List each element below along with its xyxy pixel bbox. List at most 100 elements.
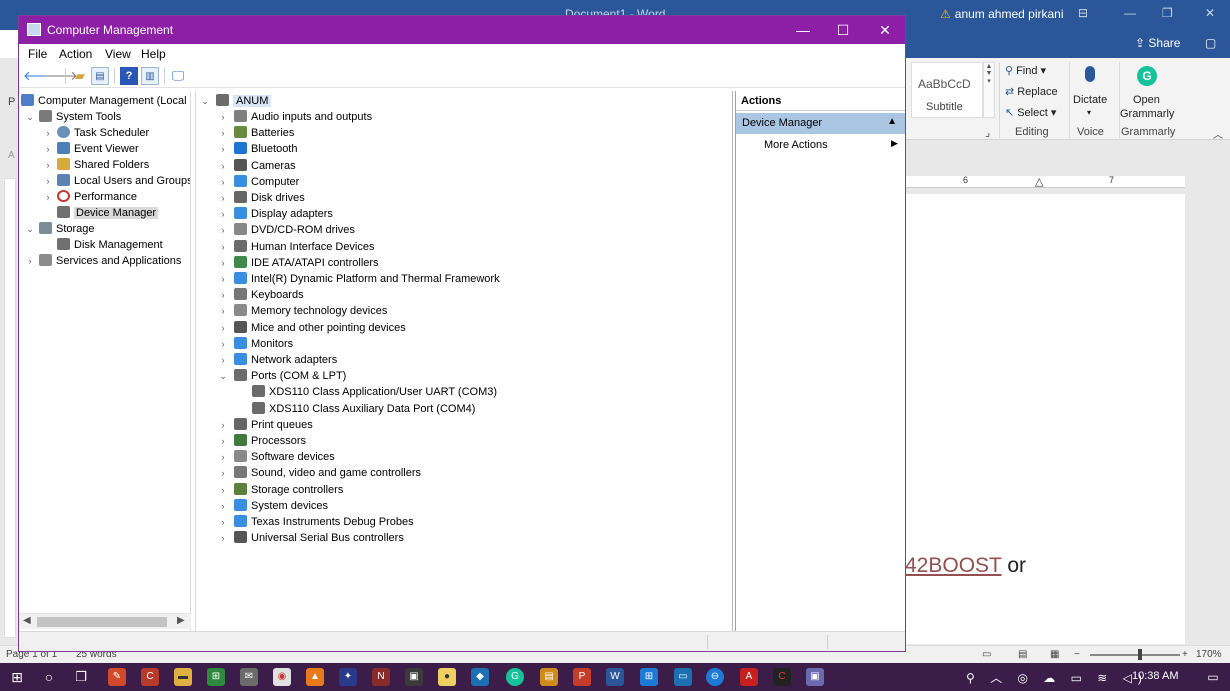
zoom-slider[interactable] bbox=[1090, 654, 1180, 656]
styles-dialog-launcher[interactable]: ⌟ bbox=[985, 126, 990, 139]
grammarly-taskbar-icon[interactable]: G bbox=[506, 668, 524, 686]
device-category[interactable]: › Audio inputs and outputs bbox=[218, 109, 372, 125]
up-folder-icon[interactable]: ▰ bbox=[71, 67, 89, 85]
system-tray[interactable]: ⚲ ︿ ◎ ☁ ▭ ≋ ◁) bbox=[966, 669, 1148, 686]
device-category[interactable]: › DVD/CD-ROM drives bbox=[218, 222, 355, 238]
expand-chevron-icon[interactable]: › bbox=[218, 239, 228, 255]
app-icon[interactable]: C bbox=[141, 668, 159, 686]
expand-chevron-icon[interactable]: › bbox=[218, 303, 228, 319]
word-restore-icon[interactable]: ❐ bbox=[1162, 6, 1173, 20]
expand-chevron-icon[interactable]: ⌄ bbox=[25, 221, 35, 237]
expand-chevron-icon[interactable]: › bbox=[218, 206, 228, 222]
expand-chevron-icon[interactable]: › bbox=[218, 482, 228, 498]
zoom-out-icon[interactable]: − bbox=[1074, 649, 1080, 660]
mail-icon[interactable]: ✉ bbox=[240, 668, 258, 686]
show-hide-action-pane-icon[interactable]: ▥ bbox=[141, 67, 159, 85]
device-category[interactable]: › Intel(R) Dynamic Platform and Thermal F… bbox=[218, 271, 500, 287]
menu-help[interactable]: Help bbox=[141, 47, 166, 61]
cortana-icon[interactable]: ○ bbox=[40, 668, 58, 686]
ribbon-display-icon[interactable]: ⊟ bbox=[1078, 6, 1088, 20]
word-icon[interactable]: W bbox=[606, 668, 624, 686]
tree-node-performance[interactable]: › Performance bbox=[43, 189, 137, 205]
expand-chevron-icon[interactable]: › bbox=[218, 433, 228, 449]
device-category[interactable]: › Computer bbox=[218, 174, 299, 190]
expand-chevron-icon[interactable]: › bbox=[43, 125, 53, 141]
app-icon[interactable]: C bbox=[773, 668, 791, 686]
close-icon[interactable]: ✕ bbox=[865, 20, 905, 40]
device-category[interactable]: › Texas Instruments Debug Probes bbox=[218, 514, 414, 530]
device-item[interactable]: XDS110 Class Application/User UART (COM3… bbox=[236, 384, 497, 400]
app-icon[interactable]: ▣ bbox=[405, 668, 423, 686]
device-category[interactable]: › Cameras bbox=[218, 158, 296, 174]
powerpoint-icon[interactable]: P bbox=[573, 668, 591, 686]
app-icon[interactable]: ✎ bbox=[108, 668, 126, 686]
menu-view[interactable]: View bbox=[105, 47, 131, 61]
expand-chevron-icon[interactable]: › bbox=[218, 320, 228, 336]
expand-chevron-icon[interactable]: › bbox=[218, 417, 228, 433]
collapse-triangle-icon[interactable]: ▲ bbox=[887, 116, 897, 127]
device-item[interactable]: XDS110 Class Auxiliary Data Port (COM4) bbox=[236, 401, 475, 417]
tree-node-services-applications[interactable]: › Services and Applications bbox=[25, 253, 181, 269]
tree-node-local-users-groups[interactable]: › Local Users and Groups bbox=[43, 173, 190, 189]
scan-hardware-icon[interactable]: 🖵 bbox=[169, 67, 187, 85]
find-button[interactable]: ⚲ Find ▾ bbox=[1005, 64, 1046, 77]
print-layout-icon[interactable]: ▤ bbox=[1018, 649, 1027, 660]
app-icon[interactable]: ✦ bbox=[339, 668, 357, 686]
open-grammarly-line2[interactable]: Grammarly bbox=[1120, 108, 1174, 120]
scrollbar-thumb[interactable] bbox=[37, 617, 167, 627]
device-category[interactable]: › Bluetooth bbox=[218, 141, 297, 157]
dictate-button[interactable]: Dictate bbox=[1073, 94, 1107, 106]
expand-chevron-icon[interactable]: › bbox=[218, 498, 228, 514]
app-icon[interactable]: N bbox=[372, 668, 390, 686]
device-category[interactable]: › Memory technology devices bbox=[218, 303, 387, 319]
word-user[interactable]: ⚠ anum ahmed pirkani bbox=[940, 7, 1064, 21]
device-category[interactable]: › Software devices bbox=[218, 449, 335, 465]
expand-chevron-icon[interactable]: › bbox=[43, 141, 53, 157]
minimize-icon[interactable]: — bbox=[783, 20, 823, 40]
expand-chevron-icon[interactable]: › bbox=[43, 173, 53, 189]
console-tree-hscrollbar[interactable]: ◀ ▶ bbox=[19, 613, 191, 629]
ribbon-options-icon[interactable]: ▢ bbox=[1205, 36, 1216, 50]
menu-file[interactable]: File bbox=[28, 47, 47, 61]
expand-chevron-icon[interactable]: › bbox=[218, 141, 228, 157]
expand-chevron-icon[interactable]: ⌄ bbox=[218, 368, 228, 384]
device-category[interactable]: ⌄ Ports (COM & LPT) bbox=[218, 368, 346, 384]
device-category[interactable]: › Sound, video and game controllers bbox=[218, 465, 421, 481]
read-mode-icon[interactable]: ▭ bbox=[982, 649, 991, 660]
expand-chevron-icon[interactable]: › bbox=[218, 271, 228, 287]
tree-node-device-manager[interactable]: Device Manager bbox=[43, 205, 159, 221]
app-icon[interactable]: ⊞ bbox=[640, 668, 658, 686]
tree-node-shared-folders[interactable]: › Shared Folders bbox=[43, 157, 149, 173]
expand-chevron-icon[interactable]: › bbox=[218, 352, 228, 368]
zoom-slider-thumb[interactable] bbox=[1138, 649, 1142, 660]
vlc-icon[interactable]: ▲ bbox=[306, 668, 324, 686]
tree-node-disk-management[interactable]: Disk Management bbox=[43, 237, 163, 253]
device-category[interactable]: › Print queues bbox=[218, 417, 313, 433]
replace-button[interactable]: ⇄ Replace bbox=[1005, 85, 1058, 98]
tree-node-computer-management[interactable]: Computer Management (Local bbox=[21, 93, 187, 109]
cm-title-bar[interactable]: Computer Management — ☐ ✕ bbox=[19, 16, 905, 44]
expand-chevron-icon[interactable]: › bbox=[218, 109, 228, 125]
task-view-icon[interactable]: ❐ bbox=[72, 668, 90, 686]
forward-arrow-icon[interactable]: 🡒 bbox=[43, 67, 78, 85]
word-page[interactable]: 42BOOST or bbox=[905, 194, 1185, 644]
expand-chevron-icon[interactable]: › bbox=[218, 222, 228, 238]
word-minimize-icon[interactable]: — bbox=[1124, 6, 1136, 20]
expand-chevron-icon[interactable]: › bbox=[218, 530, 228, 546]
device-category[interactable]: › Monitors bbox=[218, 336, 293, 352]
expand-chevron-icon[interactable]: › bbox=[218, 336, 228, 352]
device-root-node[interactable]: ⌄ ANUM bbox=[200, 93, 272, 109]
expand-chevron-icon[interactable]: › bbox=[43, 157, 53, 173]
word-close-icon[interactable]: ✕ bbox=[1205, 6, 1215, 20]
expand-chevron-icon[interactable]: › bbox=[25, 253, 35, 269]
scroll-left-icon[interactable]: ◀ bbox=[23, 615, 31, 626]
app-icon[interactable]: ● bbox=[438, 668, 456, 686]
show-hide-tree-icon[interactable]: ▤ bbox=[91, 67, 109, 85]
maximize-icon[interactable]: ☐ bbox=[823, 20, 863, 40]
device-category[interactable]: › IDE ATA/ATAPI controllers bbox=[218, 255, 379, 271]
expand-chevron-icon[interactable]: › bbox=[218, 174, 228, 190]
tree-node-storage[interactable]: ⌄ Storage bbox=[25, 221, 95, 237]
device-category[interactable]: › Disk drives bbox=[218, 190, 305, 206]
clock[interactable]: 10:38 AM bbox=[1132, 670, 1178, 682]
device-category[interactable]: › Network adapters bbox=[218, 352, 337, 368]
